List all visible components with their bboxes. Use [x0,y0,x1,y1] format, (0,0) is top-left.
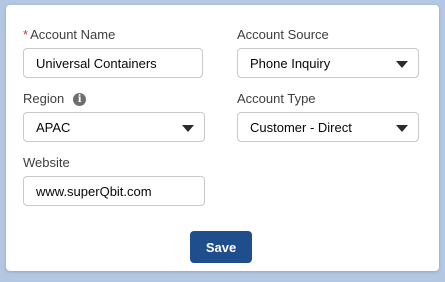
account-type-select[interactable]: Customer - Direct [237,112,419,142]
website-input[interactable]: www.superQbit.com [23,176,205,206]
account-source-label: Account Source [237,27,329,42]
website-field: Website www.superQbit.com [23,154,205,206]
account-name-field: * Account Name Universal Containers [23,26,203,78]
chevron-down-icon [396,125,408,132]
account-name-label: Account Name [30,27,116,42]
website-label: Website [23,155,70,170]
account-type-label: Account Type [237,91,316,106]
account-type-field: Account Type Customer - Direct [237,90,419,142]
account-source-value: Phone Inquiry [250,55,331,71]
website-value: www.superQbit.com [36,183,152,199]
account-form-card: * Account Name Universal Containers Acco… [6,5,439,271]
account-type-value: Customer - Direct [250,119,352,135]
region-field: Region i APAC [23,90,205,142]
region-label: Region [23,91,65,106]
chevron-down-icon [182,125,194,132]
account-source-field: Account Source Phone Inquiry [237,26,419,78]
account-name-input[interactable]: Universal Containers [23,48,203,78]
account-source-select[interactable]: Phone Inquiry [237,48,419,78]
save-button[interactable]: Save [190,231,252,263]
info-icon[interactable]: i [73,92,87,106]
chevron-down-icon [396,61,408,68]
required-marker: * [23,27,29,42]
region-select[interactable]: APAC [23,112,205,142]
region-value: APAC [36,119,71,135]
account-name-value: Universal Containers [36,55,157,71]
